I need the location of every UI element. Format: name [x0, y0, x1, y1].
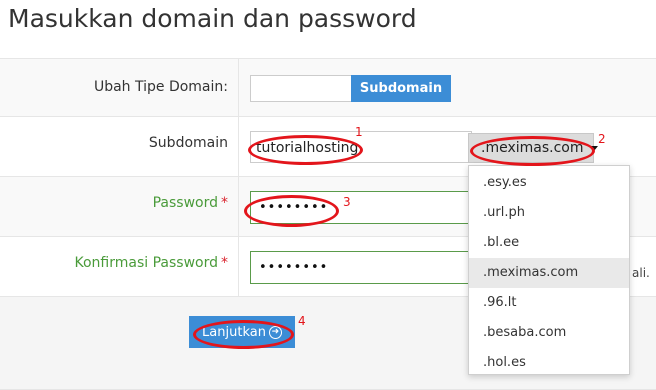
subdomain-type-button[interactable]: Subdomain: [351, 75, 451, 102]
caret-down-icon: [589, 145, 598, 151]
tld-option-esy-es[interactable]: .esy.es: [469, 168, 629, 198]
page-title: Masukkan domain dan password: [8, 4, 417, 33]
subdomain-label: Subdomain: [148, 135, 228, 151]
annotation-number-3: 3: [343, 195, 351, 209]
tld-dropdown: .esy.es .url.ph .bl.ee .meximas.com .96.…: [468, 165, 630, 375]
annotation-number-2: 2: [598, 132, 606, 146]
tld-select-value: .meximas.com: [481, 140, 584, 156]
arrow-right-circle-icon: ➜: [268, 325, 282, 339]
password-label: Password *: [152, 195, 228, 211]
tld-option-besaba-com[interactable]: .besaba.com: [469, 318, 629, 348]
confirm-password-label: Konfirmasi Password *: [74, 255, 229, 271]
confirm-trailing-text: ali.: [632, 266, 650, 280]
required-mark: *: [221, 195, 228, 211]
annotation-number-1: 1: [355, 125, 363, 139]
domain-form: Ubah Tipe Domain: Subdomain Subdomain Pa…: [0, 58, 656, 390]
tld-option-meximas-com[interactable]: .meximas.com: [469, 258, 629, 288]
domain-type-label: Ubah Tipe Domain:: [93, 79, 228, 95]
tld-select[interactable]: .meximas.com: [468, 133, 598, 163]
annotation-number-4: 4: [298, 314, 306, 328]
tld-option-hol-es[interactable]: .hol.es: [469, 348, 629, 378]
tld-option-bl-ee[interactable]: .bl.ee: [469, 228, 629, 258]
continue-label: Lanjutkan: [202, 324, 266, 340]
tld-option-96-lt[interactable]: .96.lt: [469, 288, 629, 318]
required-mark: *: [221, 255, 228, 271]
domain-type-field[interactable]: [250, 75, 352, 102]
continue-button[interactable]: Lanjutkan ➜: [189, 316, 295, 348]
tld-option-url-ph[interactable]: .url.ph: [469, 198, 629, 228]
row-domain-type: Ubah Tipe Domain: Subdomain: [0, 59, 656, 117]
